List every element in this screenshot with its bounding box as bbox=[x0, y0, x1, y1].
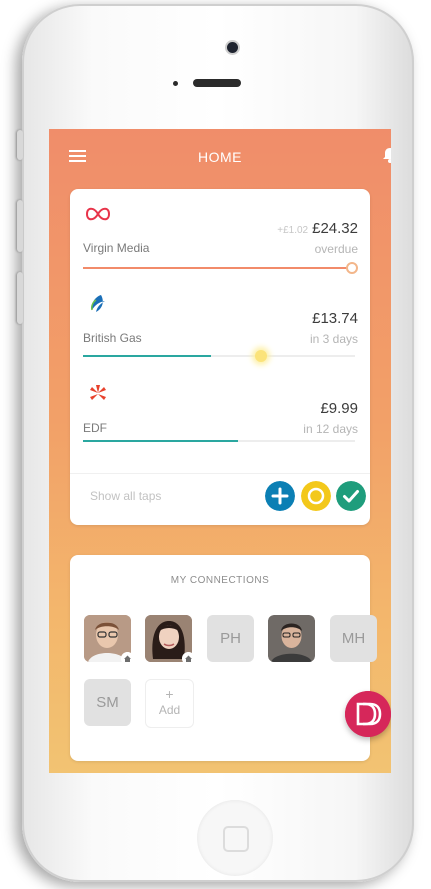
connection-avatar-initials[interactable]: MH bbox=[330, 615, 377, 662]
connections-card: MY CONNECTIONS PH MH SM + Add bbox=[70, 555, 377, 761]
home-icon bbox=[121, 652, 134, 665]
page-title: HOME bbox=[198, 149, 242, 165]
connection-avatar[interactable] bbox=[268, 615, 315, 662]
bill-progress-track bbox=[83, 262, 359, 274]
bill-amount-value: £13.74 bbox=[312, 310, 358, 327]
bill-name: Virgin Media bbox=[83, 241, 150, 255]
notification-bell-icon[interactable] bbox=[380, 145, 391, 165]
connection-avatar[interactable] bbox=[145, 615, 195, 665]
plus-icon: + bbox=[165, 686, 174, 702]
connections-title: MY CONNECTIONS bbox=[170, 575, 270, 586]
add-tap-button[interactable] bbox=[265, 481, 295, 511]
bill-amount: +£1.02 £24.32 bbox=[277, 220, 358, 237]
bill-row-british-gas[interactable]: British Gas £13.74 in 3 days bbox=[70, 279, 370, 369]
bill-previous-amount: +£1.02 bbox=[277, 225, 309, 236]
show-all-link[interactable]: Show all taps bbox=[90, 489, 161, 503]
bill-due: in 12 days bbox=[303, 422, 358, 436]
bill-due: overdue bbox=[314, 242, 358, 256]
home-button[interactable] bbox=[197, 800, 273, 876]
bill-progress-fill bbox=[83, 440, 239, 442]
virgin-media-logo-icon bbox=[85, 207, 111, 221]
bill-progress-track bbox=[83, 350, 355, 362]
bill-progress-knob[interactable] bbox=[255, 350, 267, 362]
bill-due: in 3 days bbox=[309, 332, 358, 346]
home-icon bbox=[182, 652, 195, 665]
bill-amount: £13.74 bbox=[312, 310, 358, 327]
bill-progress-fill bbox=[83, 355, 211, 357]
home-button-square-icon bbox=[223, 826, 249, 852]
bill-amount: £9.99 bbox=[320, 400, 358, 417]
connection-avatar-initials[interactable]: PH bbox=[207, 615, 254, 662]
bill-row-virgin-media[interactable]: Virgin Media +£1.02 £24.32 overdue bbox=[70, 189, 370, 279]
pending-filter-button[interactable] bbox=[301, 481, 331, 511]
edf-logo-icon bbox=[90, 385, 106, 400]
app-screen: HOME Virgin Media +£1.02£24.32 overdue bbox=[49, 129, 391, 773]
add-connection-label: Add bbox=[158, 703, 181, 717]
mute-switch bbox=[17, 130, 23, 160]
bill-name: British Gas bbox=[83, 331, 142, 345]
sensor-dot bbox=[173, 81, 178, 86]
person-photo-icon bbox=[268, 615, 315, 662]
connection-avatar[interactable] bbox=[84, 615, 134, 665]
bills-card: Virgin Media +£1.02 £24.32 overdue Britis… bbox=[70, 189, 370, 525]
bill-name: EDF bbox=[83, 421, 107, 435]
front-camera bbox=[227, 42, 238, 53]
bill-row-edf[interactable]: EDF £9.99 in 12 days bbox=[70, 369, 370, 459]
app-logo-fab-button[interactable] bbox=[345, 691, 391, 737]
bill-amount-value: £24.32 bbox=[312, 220, 358, 237]
earpiece-speaker bbox=[193, 79, 241, 87]
volume-up-button bbox=[17, 200, 23, 252]
bill-progress-knob[interactable] bbox=[346, 262, 359, 274]
volume-down-button bbox=[17, 272, 23, 324]
paid-filter-button[interactable] bbox=[336, 481, 366, 511]
bill-progress-track bbox=[83, 440, 355, 442]
add-connection-button[interactable]: + Add bbox=[145, 679, 194, 728]
bill-amount-value: £9.99 bbox=[320, 400, 358, 417]
card-divider bbox=[70, 473, 370, 474]
british-gas-logo-icon bbox=[91, 295, 105, 312]
connection-avatar-initials[interactable]: SM bbox=[84, 679, 131, 726]
bill-progress-fill bbox=[83, 267, 353, 269]
